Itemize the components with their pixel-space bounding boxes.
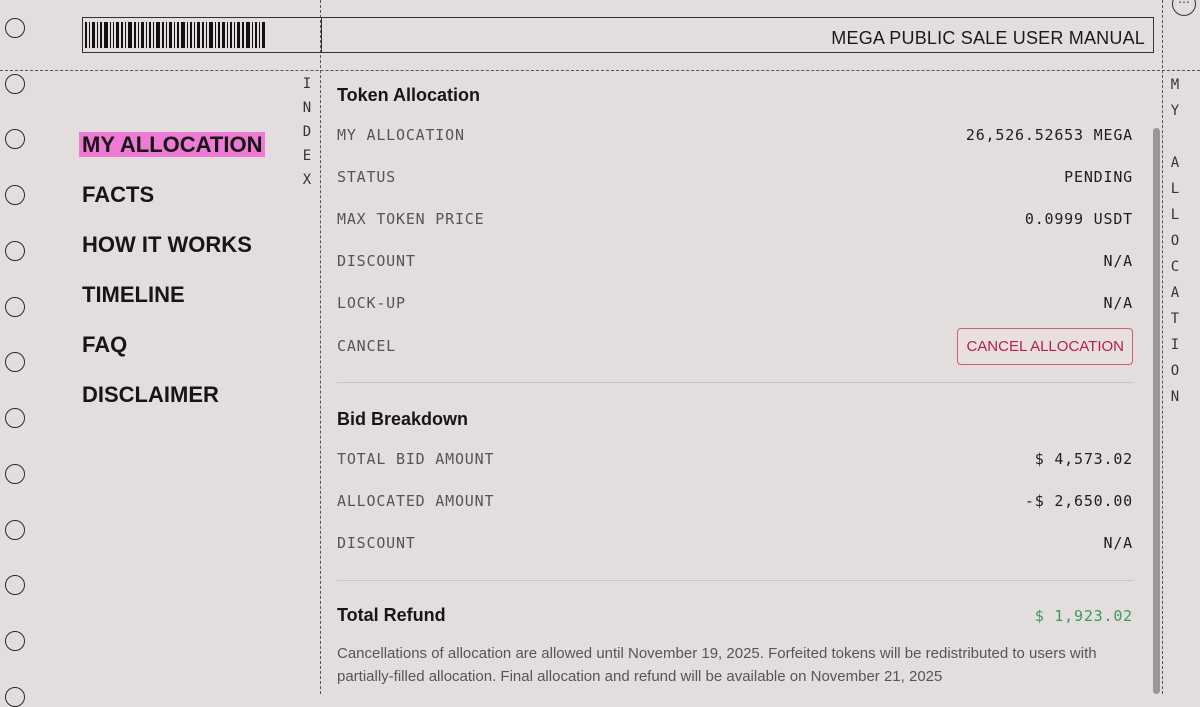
row-label: DISCOUNT	[337, 252, 416, 270]
binder-hole	[5, 575, 25, 595]
allocation-letters: MY ALLOCATION	[1166, 72, 1184, 410]
total-refund-value: $ 1,923.02	[1034, 607, 1133, 625]
binder-hole	[5, 185, 25, 205]
row-value: -$ 2,650.00	[1024, 492, 1133, 510]
header-divider	[321, 18, 322, 52]
total-bid-row: TOTAL BID AMOUNT $ 4,573.02	[337, 438, 1133, 480]
row-value: N/A	[1103, 534, 1133, 552]
vertical-letter: I	[302, 76, 312, 92]
nav-item-how-it-works[interactable]: HOW IT WORKS	[82, 228, 265, 278]
row-label: ALLOCATED AMOUNT	[337, 492, 495, 510]
vertical-letter: D	[302, 124, 312, 140]
bid-breakdown-title: Bid Breakdown	[337, 409, 469, 429]
cancel-row: CANCEL CANCEL ALLOCATION	[337, 324, 1133, 368]
status-badge: PENDING	[1064, 168, 1133, 186]
row-label: MY ALLOCATION	[337, 126, 465, 144]
header-bar: MEGA PUBLIC SALE USER MANUAL	[82, 17, 1154, 53]
dots-icon[interactable]: ⋯	[1172, 0, 1196, 16]
binder-hole	[5, 464, 25, 484]
total-refund-title: Total Refund	[337, 605, 446, 625]
nav-item-timeline[interactable]: TIMELINE	[82, 278, 265, 328]
row-value: N/A	[1103, 294, 1133, 312]
index-vertical-label: INDEX	[298, 72, 316, 192]
nav-item-faq[interactable]: FAQ	[82, 328, 265, 378]
scrollbar-thumb[interactable]	[1153, 128, 1160, 694]
nav-item-disclaimer[interactable]: DISCLAIMER	[82, 378, 265, 428]
row-label: CANCEL	[337, 337, 396, 355]
binder-hole	[5, 18, 25, 38]
row-value: N/A	[1103, 252, 1133, 270]
cancel-allocation-button[interactable]: CANCEL ALLOCATION	[957, 327, 1133, 365]
index-letters: INDEX	[298, 72, 316, 192]
cancellation-note: Cancellations of allocation are allowed …	[337, 645, 1097, 685]
vertical-letter: M	[1170, 77, 1180, 93]
nav-item-label: FACTS	[82, 182, 155, 207]
vertical-letter: L	[1170, 207, 1180, 223]
nav-item-label: HOW IT WORKS	[82, 232, 252, 257]
binder-hole	[5, 520, 25, 540]
vertical-letter: O	[1170, 233, 1180, 249]
vertical-letter	[1166, 124, 1184, 150]
max-price-row: MAX TOKEN PRICE 0.0999 USDT	[337, 198, 1133, 240]
row-label: LOCK-UP	[337, 294, 406, 312]
row-label: DISCOUNT	[337, 534, 416, 552]
status-row: STATUS PENDING	[337, 156, 1133, 198]
token-allocation-title: Token Allocation	[337, 85, 481, 105]
vertical-letter: N	[302, 100, 312, 116]
nav-item-label: FAQ	[82, 332, 128, 357]
row-value: 26,526.52653 MEGA	[965, 126, 1133, 144]
row-value: $ 4,573.02	[1034, 450, 1133, 468]
divider	[337, 382, 1133, 383]
vertical-letter: C	[1170, 259, 1180, 275]
divider	[337, 580, 1133, 581]
total-refund-row: Total Refund $ 1,923.02	[337, 605, 1133, 626]
vertical-letter: X	[302, 172, 312, 188]
allocation-row: MY ALLOCATION 26,526.52653 MEGA	[337, 114, 1133, 156]
binder-hole	[5, 687, 25, 707]
guide-line	[1162, 0, 1163, 694]
nav-item-label: TIMELINE	[82, 282, 185, 307]
index-nav: MY ALLOCATION FACTS HOW IT WORKS TIMELIN…	[79, 128, 266, 428]
vertical-letter: L	[1170, 181, 1180, 197]
row-label: TOTAL BID AMOUNT	[337, 450, 495, 468]
bid-discount-row: DISCOUNT N/A	[337, 522, 1133, 564]
binder-holes	[0, 0, 40, 707]
guide-line	[320, 0, 321, 694]
binder-hole	[5, 297, 25, 317]
row-label: MAX TOKEN PRICE	[337, 210, 485, 228]
barcode-icon	[83, 18, 321, 52]
vertical-letter: A	[1170, 155, 1180, 171]
vertical-letter: E	[302, 148, 312, 164]
vertical-letter: A	[1170, 285, 1180, 301]
nav-item-my-allocation[interactable]: MY ALLOCATION	[79, 128, 266, 178]
lockup-row: LOCK-UP N/A	[337, 282, 1133, 324]
vertical-letter: T	[1170, 311, 1180, 327]
manual-title: MEGA PUBLIC SALE USER MANUAL	[831, 28, 1145, 48]
binder-hole	[5, 408, 25, 428]
binder-hole	[5, 631, 25, 651]
binder-hole	[5, 74, 25, 94]
vertical-letter: I	[1170, 337, 1180, 353]
binder-hole	[5, 352, 25, 372]
nav-item-label: MY ALLOCATION	[79, 132, 266, 157]
allocated-amount-row: ALLOCATED AMOUNT -$ 2,650.00	[337, 480, 1133, 522]
vertical-letter: N	[1170, 389, 1180, 405]
discount-row: DISCOUNT N/A	[337, 240, 1133, 282]
binder-hole	[5, 129, 25, 149]
guide-line	[0, 70, 1200, 71]
row-label: STATUS	[337, 168, 396, 186]
allocation-panel: Token Allocation MY ALLOCATION 26,526.52…	[337, 72, 1133, 688]
binder-hole	[5, 241, 25, 261]
vertical-letter: O	[1170, 363, 1180, 379]
nav-item-label: DISCLAIMER	[82, 382, 219, 407]
allocation-vertical-label: MY ALLOCATION	[1166, 72, 1184, 410]
nav-item-facts[interactable]: FACTS	[82, 178, 265, 228]
vertical-letter: Y	[1170, 103, 1180, 119]
row-value: 0.0999 USDT	[1024, 210, 1133, 228]
